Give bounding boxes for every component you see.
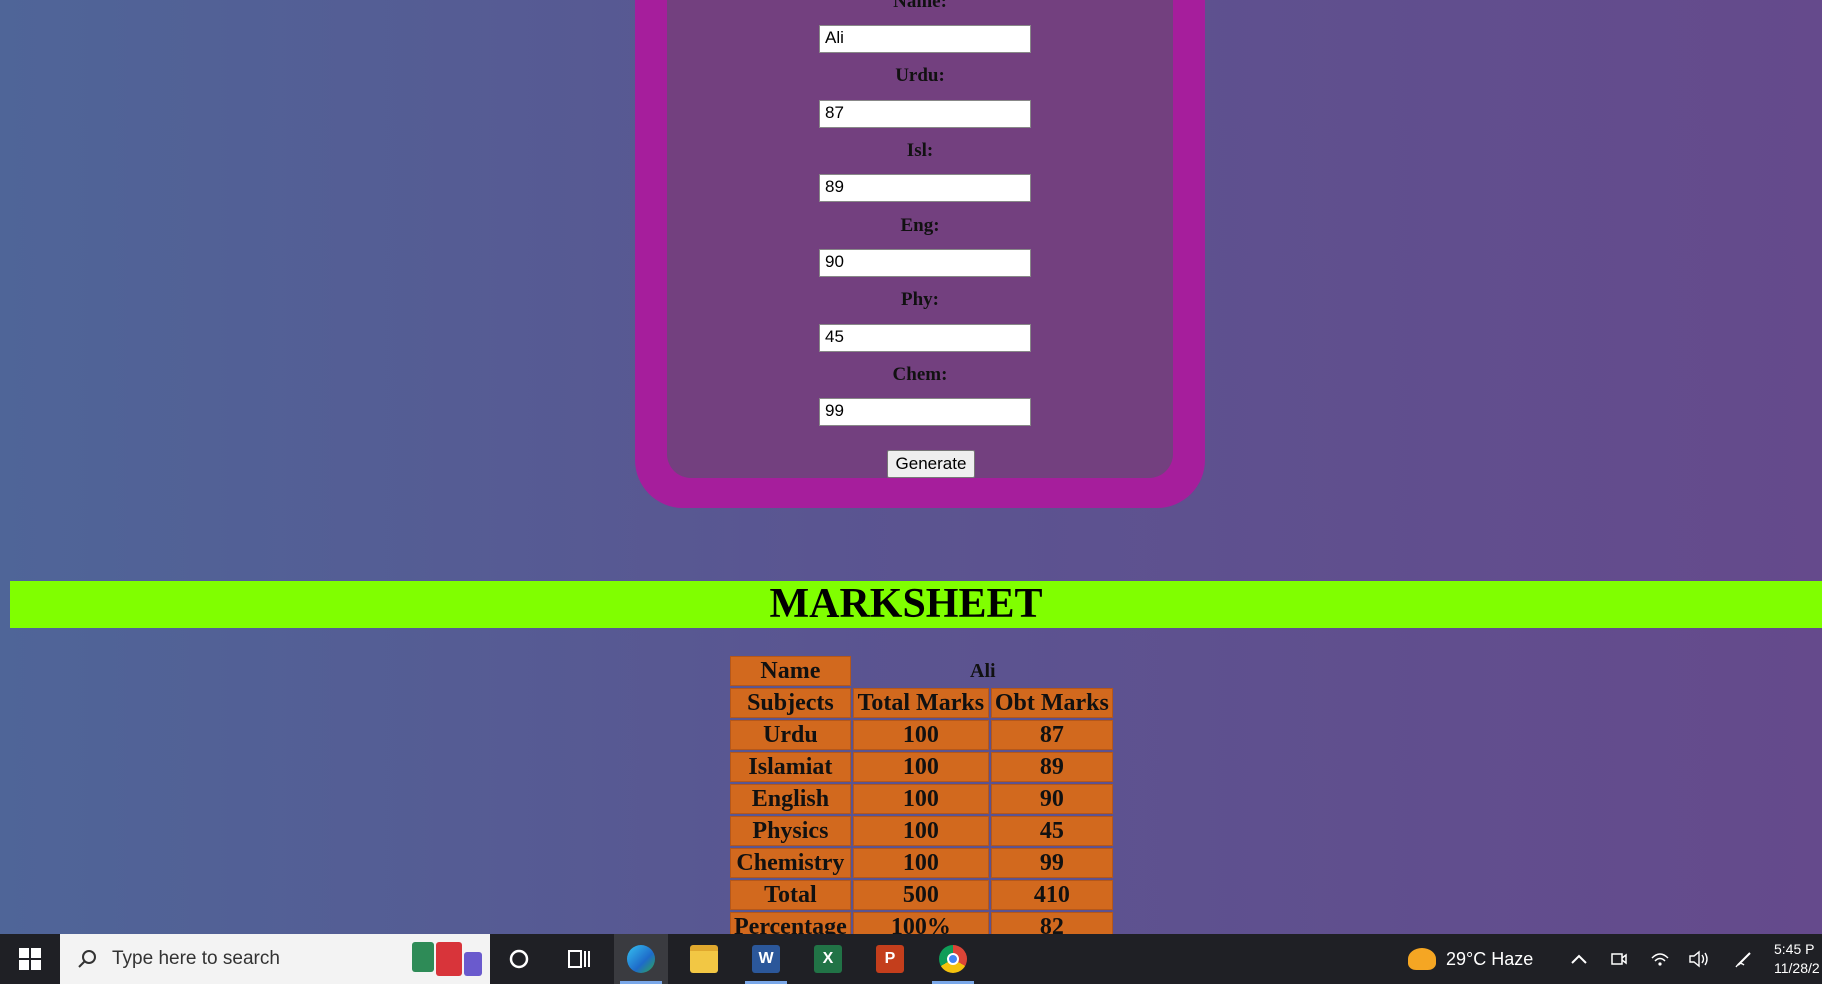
word-icon: W [752, 945, 780, 973]
table-cell: 45 [990, 816, 1113, 846]
table-row: Name Ali [730, 656, 1113, 686]
pen-icon [1735, 952, 1751, 968]
isl-label: Isl: [906, 140, 934, 161]
eng-input[interactable]: 90 [819, 249, 1031, 277]
table-cell: Islamiat [730, 752, 851, 782]
marksheet-title: MARKSHEET [769, 581, 1043, 627]
table-row: Urdu 100 87 [730, 720, 1113, 750]
phy-label: Phy: [901, 289, 939, 310]
name-header-cell: Name [730, 656, 851, 686]
table-cell: 87 [990, 720, 1113, 750]
system-clock[interactable]: 5:45 P 11/28/2 [1774, 940, 1820, 978]
task-view-button[interactable] [552, 934, 606, 984]
urdu-input[interactable]: 87 [819, 100, 1031, 128]
generate-button[interactable]: Generate [887, 450, 975, 478]
task-view-icon [568, 950, 590, 968]
edge-icon [627, 945, 655, 973]
taskbar-app-edge[interactable] [614, 934, 668, 984]
eng-label: Eng: [900, 215, 940, 236]
clock-time: 5:45 P [1774, 941, 1815, 957]
name-value-cell: Ali [970, 659, 996, 682]
weather-widget[interactable]: 29°C Haze [1408, 934, 1533, 984]
table-header-row: Subjects Total Marks Obt Marks [730, 688, 1113, 718]
table-row: Islamiat 100 89 [730, 752, 1113, 782]
windows-logo-icon [19, 948, 41, 970]
table-cell: 100 [852, 752, 989, 782]
show-hidden-icons[interactable] [1570, 934, 1588, 984]
table-cell: 100 [852, 816, 989, 846]
powerpoint-icon: P [876, 945, 904, 973]
phy-input[interactable]: 45 [819, 324, 1031, 352]
speaker-icon [1689, 950, 1708, 968]
table-cell: 90 [990, 784, 1113, 814]
isl-input[interactable]: 89 [819, 174, 1031, 202]
name-input[interactable]: Ali [819, 25, 1031, 53]
cortana-button[interactable] [492, 934, 546, 984]
table-cell: English [730, 784, 851, 814]
haze-sun-icon [1408, 948, 1436, 970]
table-cell: Total [730, 880, 851, 910]
table-cell: 99 [990, 848, 1113, 878]
taskbar-app-chrome[interactable] [926, 934, 980, 984]
table-cell: 100 [852, 784, 989, 814]
name-label: Name: [893, 0, 947, 12]
file-explorer-icon [690, 945, 718, 973]
clock-date: 11/28/2 [1774, 960, 1820, 976]
wifi-icon [1651, 953, 1669, 966]
windows-taskbar: Type here to search W X P 29°C Haze 5:45… [0, 934, 1822, 984]
table-cell: Urdu [730, 720, 851, 750]
form-card-border: Name: Ali Urdu: 87 Isl: 89 Eng: 90 Phy: … [635, 0, 1205, 508]
table-cell: Physics [730, 816, 851, 846]
column-header: Total Marks [852, 688, 989, 718]
table-cell: 100 [852, 720, 989, 750]
urdu-label: Urdu: [895, 65, 945, 86]
chem-label: Chem: [892, 364, 948, 385]
table-cell: 500 [852, 880, 989, 910]
column-header: Subjects [730, 688, 851, 718]
form-card: Name: Ali Urdu: 87 Isl: 89 Eng: 90 Phy: … [667, 0, 1173, 478]
chevron-up-icon [1571, 954, 1587, 964]
pen-button[interactable] [1734, 934, 1754, 984]
taskbar-app-excel[interactable]: X [801, 934, 855, 984]
volume-button[interactable] [1688, 934, 1710, 984]
weather-text: 29°C Haze [1446, 948, 1534, 969]
table-cell: 89 [990, 752, 1113, 782]
column-header: Obt Marks [990, 688, 1113, 718]
table-row: Total 500 410 [730, 880, 1113, 910]
meet-now-icon [1611, 953, 1627, 965]
table-row: Chemistry 100 99 [730, 848, 1113, 878]
table-cell: Chemistry [730, 848, 851, 878]
taskbar-app-word[interactable]: W [739, 934, 793, 984]
marksheet-table: Name Ali Subjects Total Marks Obt Marks … [728, 654, 1115, 944]
taskbar-app-explorer[interactable] [677, 934, 731, 984]
table-row: English 100 90 [730, 784, 1113, 814]
gift-icon [412, 942, 482, 976]
table-row: Physics 100 45 [730, 816, 1113, 846]
table-cell: 100 [852, 848, 989, 878]
taskbar-search[interactable]: Type here to search [60, 934, 490, 984]
start-button[interactable] [0, 934, 60, 984]
marksheet-banner: MARKSHEET [10, 581, 1822, 628]
chrome-icon [939, 945, 967, 973]
chem-input[interactable]: 99 [819, 398, 1031, 426]
cortana-icon [509, 949, 529, 969]
table-cell: 410 [990, 880, 1113, 910]
excel-icon: X [814, 945, 842, 973]
network-button[interactable] [1650, 934, 1670, 984]
search-placeholder: Type here to search [112, 948, 280, 969]
meet-now-button[interactable] [1610, 934, 1628, 984]
taskbar-app-powerpoint[interactable]: P [863, 934, 917, 984]
search-icon [78, 950, 96, 968]
